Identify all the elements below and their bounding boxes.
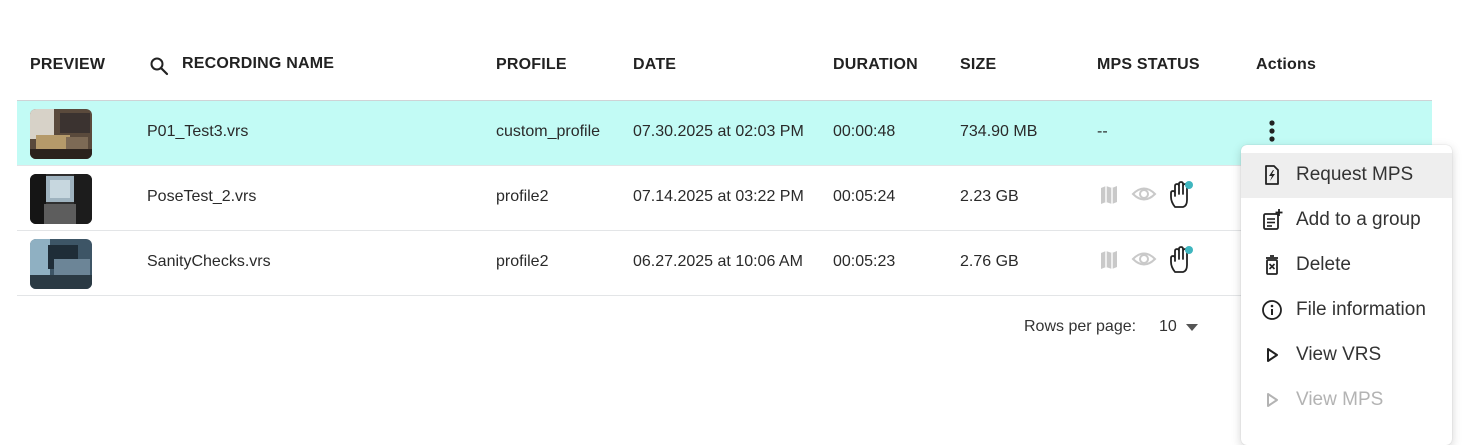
recording-size: 2.23 GB xyxy=(960,188,1019,205)
column-header-size[interactable]: SIZE xyxy=(960,56,996,74)
column-header-mps-status[interactable]: MPS STATUS xyxy=(1097,56,1200,74)
column-header-duration[interactable]: DURATION xyxy=(833,56,918,74)
menu-item-label: View VRS xyxy=(1296,344,1382,365)
column-header-actions: Actions xyxy=(1256,56,1317,73)
hand-icon[interactable] xyxy=(1167,245,1195,275)
eye-icon[interactable] xyxy=(1131,250,1157,268)
recording-name[interactable]: P01_Test3.vrs xyxy=(147,123,248,141)
menu-item-file-information[interactable]: File information xyxy=(1241,288,1452,333)
mps-status-icons xyxy=(1097,245,1207,275)
request-mps-icon xyxy=(1265,165,1279,185)
play-icon xyxy=(1267,393,1278,407)
menu-item-view-vrs[interactable]: View VRS xyxy=(1241,333,1452,378)
menu-item-label: Request MPS xyxy=(1296,164,1414,185)
recording-name[interactable]: PoseTest_2.vrs xyxy=(147,188,256,206)
recording-profile: custom_profile xyxy=(496,123,601,140)
menu-item-add-to-group[interactable]: Add to a group xyxy=(1241,198,1452,243)
add-to-group-icon xyxy=(1263,209,1283,230)
caret-down-icon[interactable] xyxy=(1186,324,1198,332)
recording-date: 07.14.2025 at 03:22 PM xyxy=(633,188,804,205)
pagination: Rows per page: 10 xyxy=(1024,318,1198,336)
play-icon xyxy=(1267,348,1278,362)
table-row[interactable]: SanityChecks.vrs profile2 06.27.2025 at … xyxy=(17,231,1432,296)
more-actions-icon[interactable] xyxy=(1262,119,1282,145)
recording-duration: 00:05:24 xyxy=(833,188,896,205)
table-header: PREVIEW RECORDING NAME PROFILE DATE DURA… xyxy=(17,42,1432,101)
column-header-recording-name[interactable]: RECORDING NAME xyxy=(182,55,334,73)
table-row[interactable]: P01_Test3.vrs custom_profile 07.30.2025 … xyxy=(17,101,1432,166)
menu-item-label: View MPS xyxy=(1296,389,1384,410)
hand-icon[interactable] xyxy=(1167,180,1195,210)
recording-preview-thumbnail[interactable] xyxy=(30,239,92,289)
column-header-profile[interactable]: PROFILE xyxy=(496,56,567,74)
rows-per-page-select[interactable]: 10 xyxy=(1159,318,1177,336)
row-actions-menu: Request MPS Add to a group Delete File i… xyxy=(1241,145,1452,445)
recording-name[interactable]: SanityChecks.vrs xyxy=(147,253,271,271)
map-icon[interactable] xyxy=(1099,249,1119,271)
recording-duration: 00:05:23 xyxy=(833,253,896,270)
info-icon xyxy=(1262,300,1282,320)
recording-date: 06.27.2025 at 10:06 AM xyxy=(633,253,803,270)
menu-item-label: Add to a group xyxy=(1296,209,1421,230)
recording-size: 734.90 MB xyxy=(960,123,1038,140)
recording-profile: profile2 xyxy=(496,253,549,270)
menu-item-delete[interactable]: Delete xyxy=(1241,243,1452,288)
recording-preview-thumbnail[interactable] xyxy=(30,174,92,224)
map-icon[interactable] xyxy=(1099,184,1119,206)
trash-icon xyxy=(1266,255,1278,275)
search-icon[interactable] xyxy=(149,56,169,76)
column-header-preview: PREVIEW xyxy=(30,56,106,73)
recording-profile: profile2 xyxy=(496,188,549,205)
mps-status-text: -- xyxy=(1097,123,1108,140)
mps-status-icons xyxy=(1097,180,1207,210)
eye-icon[interactable] xyxy=(1131,185,1157,203)
column-header-date[interactable]: DATE xyxy=(633,56,676,74)
menu-item-view-mps: View MPS xyxy=(1241,378,1452,423)
recording-size: 2.76 GB xyxy=(960,253,1019,270)
menu-item-request-mps[interactable]: Request MPS xyxy=(1241,153,1452,198)
table-row[interactable]: PoseTest_2.vrs profile2 07.14.2025 at 03… xyxy=(17,166,1432,231)
recording-preview-thumbnail[interactable] xyxy=(30,109,92,159)
rows-per-page-label: Rows per page: xyxy=(1024,318,1137,335)
recording-date: 07.30.2025 at 02:03 PM xyxy=(633,123,804,140)
recording-duration: 00:00:48 xyxy=(833,123,896,140)
menu-item-label: File information xyxy=(1296,299,1426,320)
menu-item-label: Delete xyxy=(1296,254,1351,275)
